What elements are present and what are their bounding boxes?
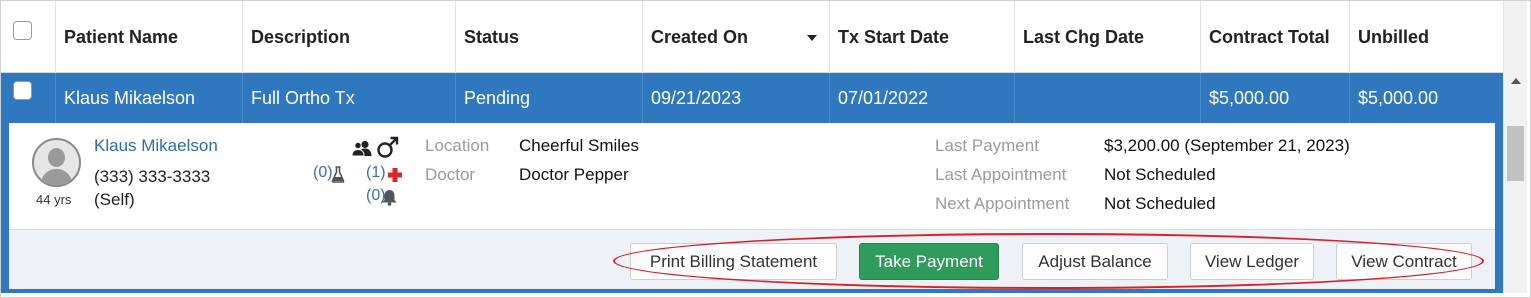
select-all-checkbox[interactable] [13,21,32,40]
column-header-last-chg-date[interactable]: Last Chg Date [1015,1,1201,73]
cell-patient-name: Klaus Mikaelson [56,73,243,123]
patient-summary: 44 yrs Klaus Mikaelson (333) 333-3333 (S… [9,123,1495,230]
column-header-unbilled[interactable]: Unbilled [1350,1,1503,73]
user-placeholder-icon [32,138,81,187]
row-checkbox[interactable] [13,81,32,100]
adjust-balance-button[interactable]: Adjust Balance [1022,243,1168,280]
flask-icon[interactable] [331,166,345,183]
cell-description: Full Ortho Tx [243,73,456,123]
header-select-cell [1,1,56,73]
print-billing-statement-button[interactable]: Print Billing Statement [630,243,837,280]
view-contract-button[interactable]: View Contract [1336,243,1472,280]
column-header-tx-start-date[interactable]: Tx Start Date [830,1,1015,73]
view-ledger-button[interactable]: View Ledger [1190,243,1314,280]
users-icon[interactable] [351,140,373,156]
action-bar: Print Billing Statement Take Payment Adj… [9,230,1495,289]
row-detail-panel: 44 yrs Klaus Mikaelson (333) 333-3333 (S… [1,123,1503,293]
last-appointment-label: Last Appointment [935,165,1067,184]
take-payment-button[interactable]: Take Payment [859,243,999,280]
table-row[interactable]: Klaus Mikaelson Full Ortho Tx Pending 09… [1,73,1503,123]
medical-alert-count[interactable]: (1) [366,164,386,182]
column-header-status[interactable]: Status [456,1,643,73]
last-payment-value: $3,200.00 (September 21, 2023) [1104,136,1350,155]
cell-tx-start-date: 07/01/2022 [830,73,1015,123]
column-header-created-on[interactable]: Created On [643,1,830,73]
next-appointment-label: Next Appointment [935,194,1070,213]
cell-created-on: 09/21/2023 [643,73,830,123]
scroll-up-arrow-icon[interactable] [1511,78,1521,84]
sort-caret-icon [807,35,817,41]
doctor-label: Doctor [425,165,476,184]
next-appointment-value: Not Scheduled [1104,194,1216,213]
column-header-created-on-label: Created On [651,27,749,47]
male-icon [377,136,399,158]
table-header: Patient Name Description Status Created … [1,1,1503,73]
cell-status: Pending [456,73,643,123]
cell-last-chg-date [1015,73,1201,123]
row-select-cell [1,73,56,123]
bell-icon[interactable] [381,189,398,206]
patient-name-link[interactable]: Klaus Mikaelson [94,136,218,156]
last-appointment-value: Not Scheduled [1104,165,1216,184]
last-payment-label: Last Payment [935,136,1039,155]
lab-count[interactable]: (0) [313,164,333,182]
column-header-description[interactable]: Description [243,1,456,73]
patient-phone: (333) 333-3333 [94,167,211,186]
scrollbar-thumb[interactable] [1507,126,1524,181]
location-value: Cheerful Smiles [519,136,639,155]
cell-unbilled: $5,000.00 [1358,88,1439,108]
location-label: Location [425,136,490,155]
column-header-patient-name[interactable]: Patient Name [56,1,243,73]
vertical-scrollbar[interactable] [1503,1,1527,293]
patient-age: 44 yrs [36,192,72,207]
doctor-value: Doctor Pepper [519,165,629,184]
column-header-contract-total[interactable]: Contract Total [1201,1,1350,73]
medical-plus-icon[interactable] [388,168,402,182]
patient-relationship: (Self) [94,190,135,209]
cell-contract-total: $5,000.00 [1201,73,1350,123]
